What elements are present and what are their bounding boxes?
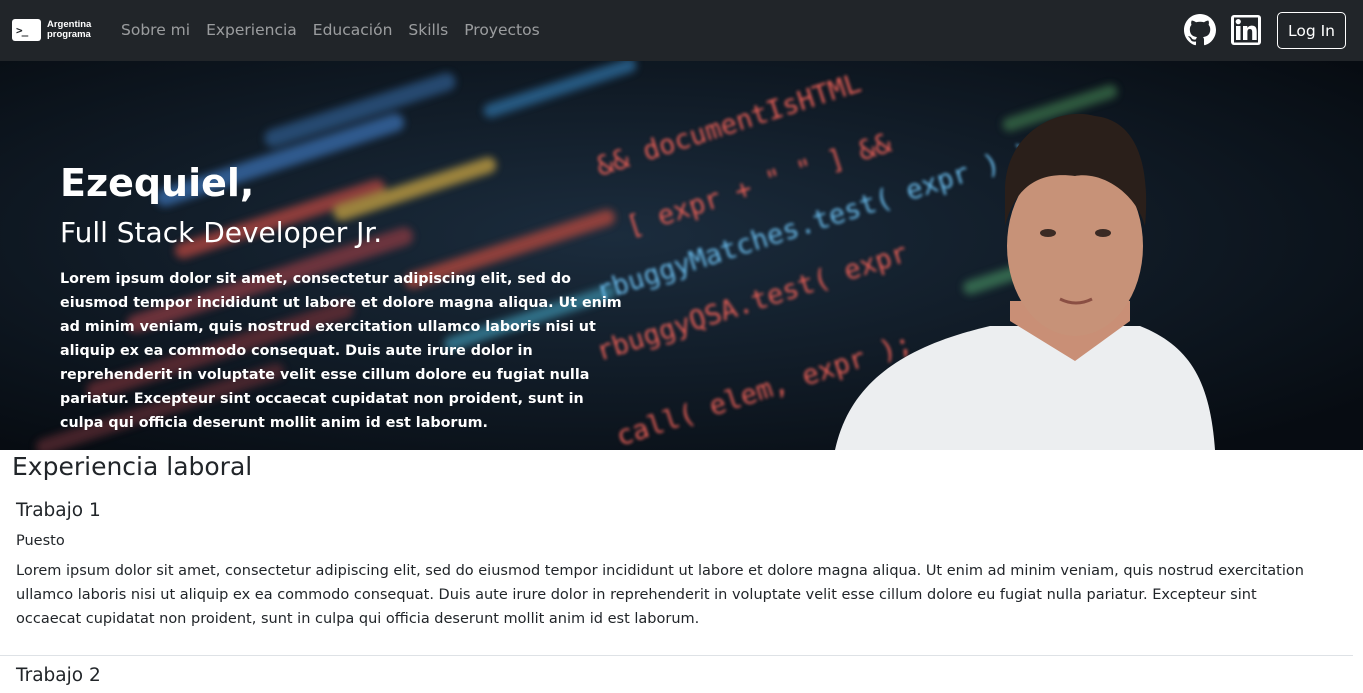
nav-link-skills[interactable]: Skills: [408, 20, 448, 40]
job-title: Trabajo 1: [16, 500, 101, 521]
login-button[interactable]: Log In: [1277, 12, 1346, 49]
brand-logo[interactable]: >_ Argentina programa: [12, 17, 91, 43]
hero-name: Ezequiel,: [60, 161, 255, 205]
job-role: Puesto: [16, 533, 65, 549]
nav-link-sobre-mi[interactable]: Sobre mi: [121, 20, 190, 40]
hero-banner: && documentIsHTML [ expr + " " ] && rbug…: [0, 61, 1363, 450]
experience-section-title: Experiencia laboral: [12, 452, 253, 481]
brand-text: Argentina programa: [47, 20, 91, 40]
job-title: Trabajo 2: [16, 665, 101, 686]
divider: [0, 655, 1353, 656]
job-description: Lorem ipsum dolor sit amet, consectetur …: [16, 563, 1304, 627]
nav-link-proyectos[interactable]: Proyectos: [464, 20, 539, 40]
nav-link-experiencia[interactable]: Experiencia: [206, 20, 297, 40]
terminal-icon: >_: [12, 19, 41, 41]
nav-links: Sobre mi Experiencia Educación Skills Pr…: [121, 20, 556, 40]
linkedin-icon[interactable]: [1230, 14, 1262, 46]
github-icon[interactable]: [1184, 14, 1216, 46]
brand-symbol: >_: [16, 23, 28, 37]
brand-line-2: programa: [47, 29, 91, 40]
navbar: >_ Argentina programa Sobre mi Experienc…: [0, 0, 1363, 61]
hero-description: Lorem ipsum dolor sit amet, consectetur …: [60, 271, 622, 431]
hero-role: Full Stack Developer Jr.: [60, 216, 383, 249]
nav-link-educacion[interactable]: Educación: [313, 20, 393, 40]
